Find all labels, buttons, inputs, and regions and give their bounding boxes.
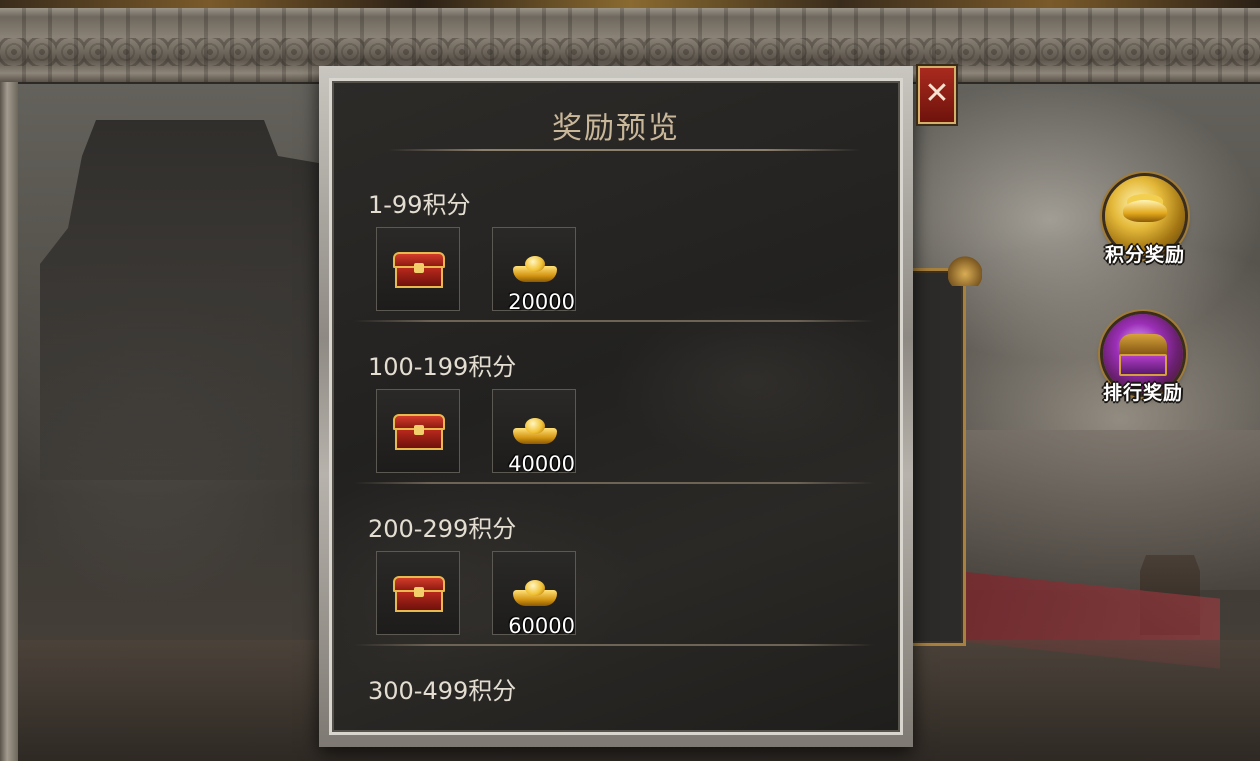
- tier-divider: [354, 320, 874, 322]
- item-count: 40000: [508, 452, 575, 476]
- left-frame-border: [0, 82, 18, 761]
- red-chest-icon: [393, 576, 445, 612]
- item-count: 60000: [508, 614, 575, 638]
- tier-label: 1-99积分: [368, 191, 471, 219]
- tier-divider: [354, 482, 874, 484]
- rank-reward-button[interactable]: 排行奖励: [1098, 314, 1188, 410]
- top-hud-strip: [0, 0, 1260, 8]
- red-chest-icon: [393, 414, 445, 450]
- reward-preview-dialog: 奖励预览 1-99积分 20000 100-199积分 40000 200-29…: [319, 66, 913, 747]
- tier-label: 200-299积分: [368, 515, 517, 543]
- close-button[interactable]: ✕: [918, 66, 956, 124]
- ingot-item-slot[interactable]: 40000: [492, 389, 576, 476]
- red-chest-icon: [393, 252, 445, 288]
- ingot-item-slot[interactable]: 20000: [492, 227, 576, 314]
- tier-label: 100-199积分: [368, 353, 517, 381]
- gold-ingot-icon: [513, 418, 557, 444]
- chest-item-slot[interactable]: [376, 551, 460, 635]
- ingot-item-slot[interactable]: 60000: [492, 551, 576, 638]
- dialog-title: 奖励预览: [552, 111, 680, 146]
- chest-item-slot[interactable]: [376, 389, 460, 473]
- item-count: 20000: [508, 290, 575, 314]
- city-wall-scenery: [960, 430, 1260, 590]
- gold-ingot-icon: [513, 256, 557, 282]
- fortress-scenery: [40, 120, 320, 480]
- gold-ingot-icon: [513, 580, 557, 606]
- points-reward-label: 积分奖励: [1104, 244, 1185, 266]
- tier-divider: [354, 644, 874, 646]
- chest-item-slot[interactable]: [376, 227, 460, 311]
- tier-label: 300-499积分: [368, 677, 517, 705]
- dialog-content[interactable]: 奖励预览 1-99积分 20000 100-199积分 40000 200-29…: [329, 78, 903, 735]
- rank-reward-label: 排行奖励: [1102, 382, 1183, 404]
- close-icon: ✕: [924, 76, 950, 111]
- title-divider: [388, 149, 860, 151]
- background-panel-edge: [905, 268, 966, 646]
- points-reward-button[interactable]: 积分奖励: [1100, 176, 1190, 272]
- panel-corner-ornament: [948, 256, 982, 286]
- scroll-ornament: [0, 38, 1260, 66]
